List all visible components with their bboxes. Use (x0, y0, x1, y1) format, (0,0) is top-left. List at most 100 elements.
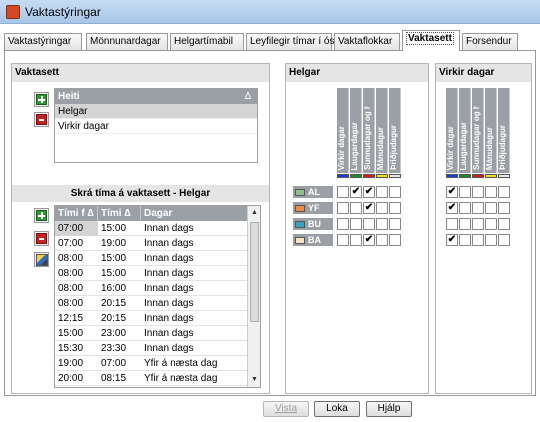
day-column-header[interactable]: Laugardagar (350, 88, 362, 173)
day-checkbox[interactable] (389, 202, 401, 214)
day-checkbox[interactable] (459, 218, 471, 230)
tab-vaktasett[interactable]: Vaktasett (402, 30, 460, 51)
col-header-from[interactable]: Tími f ∆ (55, 206, 98, 221)
tab-vaktastyringar[interactable]: Vaktastýringar (4, 33, 82, 50)
table-row[interactable]: 08:00 20:15 Innan dags (55, 296, 260, 311)
scroll-thumb[interactable] (250, 222, 259, 322)
day-column-header[interactable]: Þriðjudagur (498, 88, 510, 173)
day-column-label: Virkir dagar (446, 125, 455, 170)
tab-forsendur[interactable]: Forsendur (462, 33, 518, 50)
day-checkbox[interactable] (498, 186, 510, 198)
delete-time-button[interactable] (34, 231, 49, 246)
day-checkbox[interactable] (389, 218, 401, 230)
add-set-button[interactable] (34, 92, 49, 107)
day-column-header[interactable]: Mánudagur (485, 88, 497, 173)
plus-icon (36, 94, 47, 105)
table-row[interactable]: 08:00 15:00 Innan dags (55, 251, 260, 266)
day-column-header[interactable]: Virkir dagar (446, 88, 458, 173)
day-checkbox[interactable] (376, 234, 388, 246)
day-checkbox[interactable] (376, 186, 388, 198)
tab-helgartimabil[interactable]: Helgartímabil (170, 33, 244, 50)
day-checkbox[interactable] (446, 218, 458, 230)
save-button[interactable]: Vista (263, 401, 309, 417)
col-header-to[interactable]: Tími ∆ (98, 206, 141, 221)
edit-time-button[interactable] (34, 252, 49, 267)
day-checkbox[interactable] (472, 202, 484, 214)
day-checkbox[interactable]: ✔ (363, 234, 375, 246)
day-checkbox[interactable] (498, 218, 510, 230)
day-checkbox[interactable] (350, 218, 362, 230)
delete-set-button[interactable] (34, 112, 49, 127)
table-row[interactable]: 08:00 16:00 Innan dags (55, 281, 260, 296)
day-checkbox[interactable]: ✔ (363, 202, 375, 214)
day-checkbox[interactable] (472, 234, 484, 246)
day-column-header[interactable]: Mánudagur (376, 88, 388, 173)
day-checkbox[interactable] (337, 202, 349, 214)
day-color-swatch (376, 174, 388, 178)
day-column-header[interactable]: Sunnudagar og h... (472, 88, 484, 173)
table-cell: Innan dags (144, 268, 194, 279)
day-checkbox[interactable] (485, 234, 497, 246)
day-column-header[interactable]: Virkir dagar (337, 88, 349, 173)
day-checkbox[interactable]: ✔ (446, 186, 458, 198)
list-item[interactable]: Helgar (55, 104, 257, 119)
day-checkbox[interactable] (485, 186, 497, 198)
day-column-label: Virkir dagar (337, 125, 346, 170)
table-row[interactable]: 08:00 15:00 Innan dags (55, 266, 260, 281)
day-column-header[interactable]: Þriðjudagur (389, 88, 401, 173)
day-column-label: Mánudagur (376, 126, 385, 170)
day-column-header[interactable]: Laugardagar (459, 88, 471, 173)
day-checkbox[interactable] (459, 186, 471, 198)
day-checkbox[interactable] (498, 234, 510, 246)
tab-vaktaflokkar[interactable]: Vaktaflokkar (334, 33, 400, 50)
day-checkbox[interactable]: ✔ (350, 186, 362, 198)
day-checkbox[interactable] (376, 218, 388, 230)
table-row[interactable]: 07:00 19:00 Innan dags (55, 236, 260, 251)
day-checkbox[interactable] (459, 202, 471, 214)
table-row[interactable]: 19:00 07:00 Yfir á næsta dag (55, 356, 260, 371)
scroll-up-icon[interactable]: ▲ (248, 206, 260, 220)
day-checkbox[interactable] (350, 234, 362, 246)
day-checkbox[interactable] (485, 202, 497, 214)
day-color-swatch (389, 174, 401, 178)
close-button[interactable]: Loka (314, 401, 360, 417)
day-checkbox[interactable] (350, 202, 362, 214)
day-column-header[interactable]: Sunnudagar og h... (363, 88, 375, 173)
time-grid[interactable]: Tími f ∆ Tími ∆ Dagar 07:00 15:00 Innan da… (54, 205, 261, 388)
table-row[interactable]: 15:30 23:30 Innan dags (55, 341, 260, 356)
set-list-header[interactable]: Heiti ∆ (55, 89, 257, 104)
tab-monnunardagar[interactable]: Mönnunardagar (86, 33, 168, 50)
table-cell: 15:00 (101, 223, 127, 234)
help-button[interactable]: Hjálp (366, 401, 412, 417)
day-checkbox[interactable]: ✔ (446, 234, 458, 246)
day-checkbox[interactable] (498, 202, 510, 214)
vaktasett-header: Vaktasett (12, 64, 269, 82)
day-column-label: Mánudagur (485, 126, 494, 170)
set-list[interactable]: Heiti ∆ Helgar Virkir dagar (54, 88, 258, 163)
add-time-button[interactable] (34, 208, 49, 223)
table-row[interactable]: 12:15 20:15 Innan dags (55, 311, 260, 326)
set-list-header-label: Heiti (58, 91, 80, 102)
table-row[interactable]: 20:00 08:15 Yfir á næsta dag (55, 371, 260, 386)
tab-leyfilegir-timar[interactable]: Leyfilegir tímar í óskum (246, 33, 353, 50)
table-row[interactable]: 07:00 15:00 Innan dags (55, 221, 260, 236)
table-row[interactable]: 15:00 23:00 Innan dags (55, 326, 260, 341)
day-checkbox[interactable] (337, 218, 349, 230)
scroll-down-icon[interactable]: ▼ (248, 373, 260, 387)
day-checkbox[interactable] (459, 234, 471, 246)
day-checkbox[interactable] (376, 202, 388, 214)
grid-scrollbar[interactable]: ▲ ▼ (247, 206, 260, 387)
list-item[interactable]: Virkir dagar (55, 119, 257, 134)
day-checkbox[interactable] (337, 234, 349, 246)
day-checkbox[interactable] (337, 186, 349, 198)
day-checkbox[interactable]: ✔ (363, 186, 375, 198)
day-checkbox[interactable] (472, 186, 484, 198)
day-checkbox[interactable] (389, 186, 401, 198)
day-checkbox[interactable] (472, 218, 484, 230)
day-column-label: Sunnudagar og h... (363, 106, 372, 170)
day-checkbox[interactable] (485, 218, 497, 230)
day-checkbox[interactable] (389, 234, 401, 246)
day-checkbox[interactable] (363, 218, 375, 230)
col-header-days[interactable]: Dagar (141, 206, 248, 221)
day-checkbox[interactable]: ✔ (446, 202, 458, 214)
